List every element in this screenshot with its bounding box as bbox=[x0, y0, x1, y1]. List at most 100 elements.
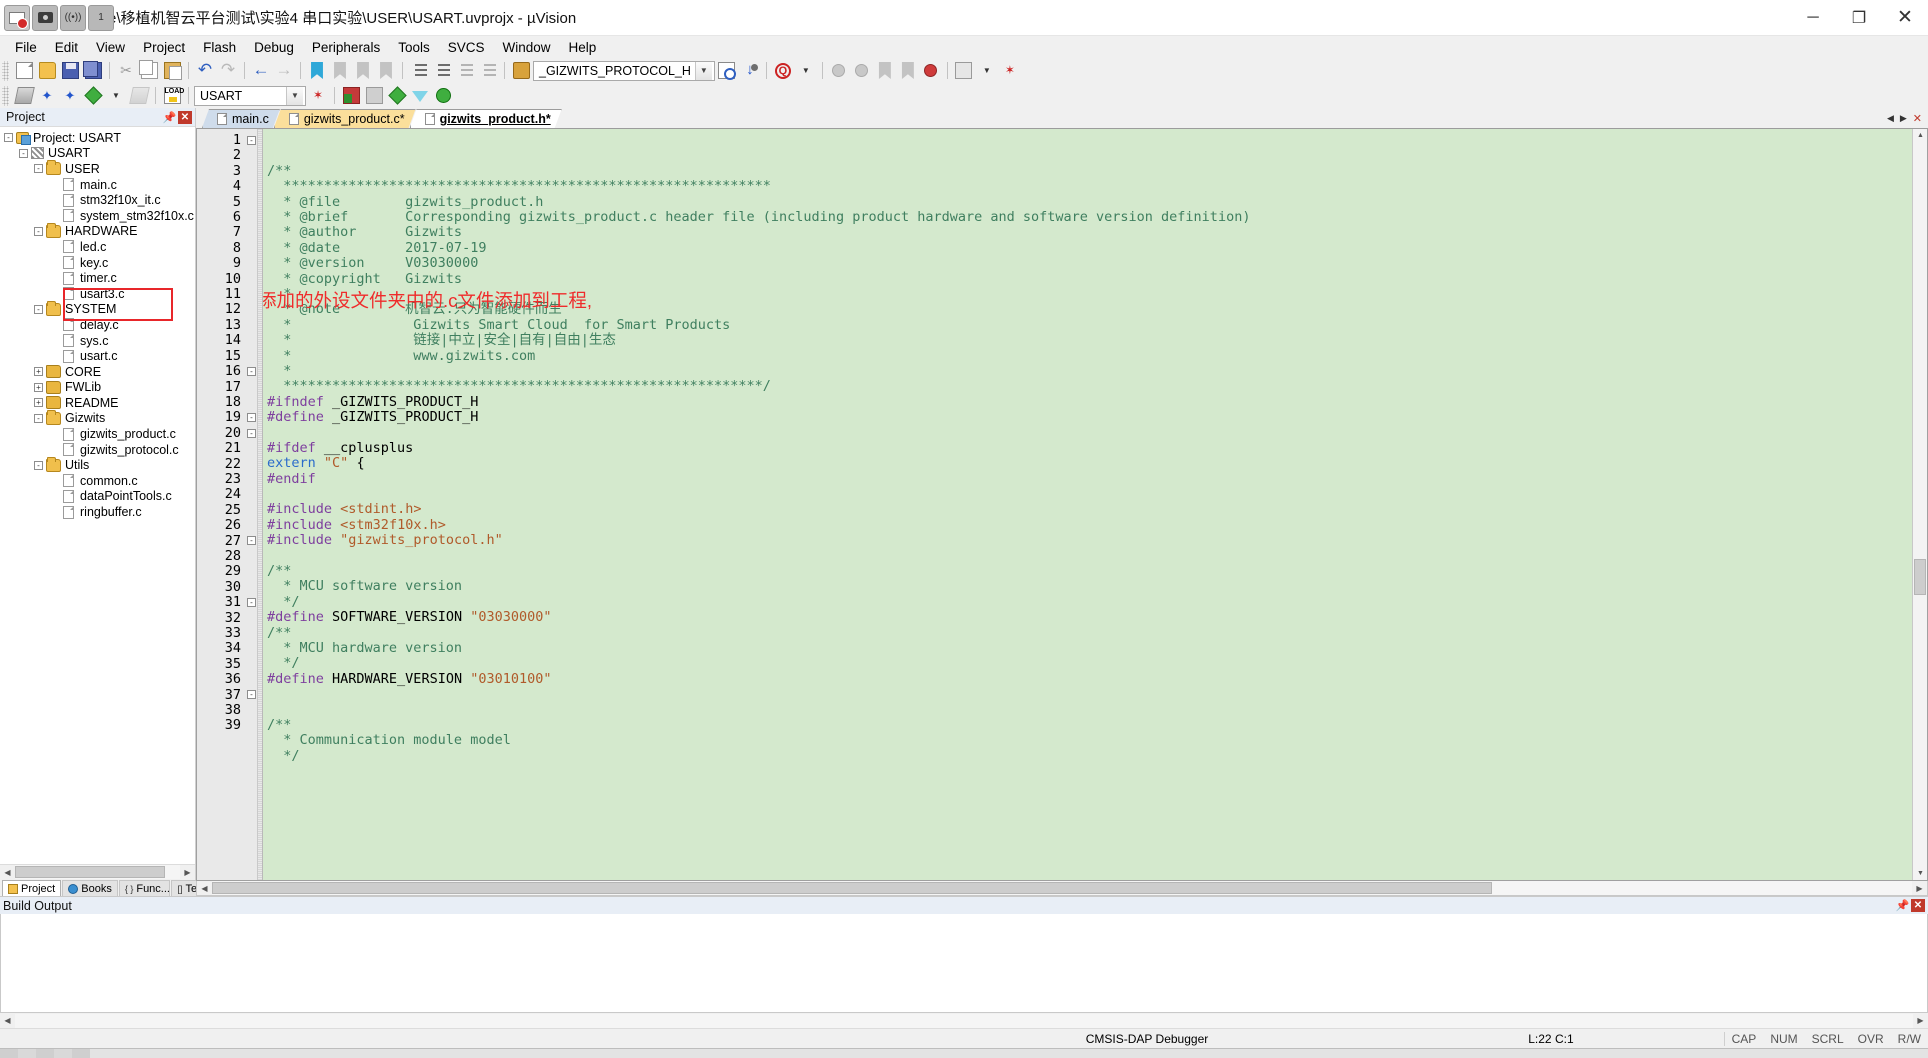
build-output-content[interactable] bbox=[0, 914, 1928, 1013]
close-button[interactable]: ✕ bbox=[1882, 0, 1928, 36]
fold-toggle-icon[interactable]: - bbox=[247, 690, 256, 700]
fold-toggle-icon[interactable]: - bbox=[247, 536, 256, 546]
tree-item[interactable]: usart3.c bbox=[0, 286, 195, 302]
rebuild-button[interactable] bbox=[36, 85, 58, 107]
toolbar-grip[interactable] bbox=[2, 60, 9, 81]
tab-scroll-right-icon[interactable]: ▶ bbox=[1900, 113, 1907, 124]
window-layout-button[interactable] bbox=[953, 60, 975, 82]
multi-project-button[interactable] bbox=[363, 85, 385, 107]
fold-toggle-icon[interactable]: - bbox=[247, 413, 256, 423]
pin-icon[interactable]: 📌 bbox=[163, 111, 177, 124]
batch-build-button[interactable] bbox=[59, 85, 81, 107]
vscroll-thumb[interactable] bbox=[1914, 559, 1926, 595]
close-icon[interactable]: ✕ bbox=[1911, 899, 1925, 912]
hscroll-track[interactable] bbox=[212, 881, 1912, 895]
target-select[interactable]: USART ▼ bbox=[194, 85, 306, 106]
hscroll-track[interactable] bbox=[15, 1013, 1913, 1028]
editor-tab-gizwits_producth[interactable]: gizwits_product.h* bbox=[410, 109, 562, 128]
close-icon[interactable]: ✕ bbox=[178, 110, 192, 124]
indent-increase-button[interactable] bbox=[408, 60, 430, 82]
symbol-search-box[interactable]: _GIZWITS_PROTOCOL_H ▼ bbox=[533, 60, 715, 81]
tree-item[interactable]: gizwits_protocol.c bbox=[0, 442, 195, 458]
tree-item[interactable]: usart.c bbox=[0, 348, 195, 364]
new-file-button[interactable] bbox=[13, 60, 35, 82]
menu-edit[interactable]: Edit bbox=[46, 38, 87, 57]
save-all-button[interactable] bbox=[82, 60, 104, 82]
editor-vscrollbar[interactable]: ▲ ▼ bbox=[1912, 129, 1927, 880]
window-layout-dropdown[interactable]: ▼ bbox=[976, 60, 998, 82]
tree-item[interactable]: gizwits_product.c bbox=[0, 426, 195, 442]
save-button[interactable] bbox=[59, 60, 81, 82]
tree-item[interactable]: - Utils bbox=[0, 456, 195, 473]
chevron-down-icon[interactable]: ▼ bbox=[694, 61, 712, 80]
menu-file[interactable]: File bbox=[6, 38, 46, 57]
tree-item[interactable]: - USART bbox=[0, 146, 195, 162]
project-tree-hscrollbar[interactable]: ◀ ▶ bbox=[0, 864, 195, 879]
project-tree[interactable]: - Project: USART - USART - USER main.c stm32f10… bbox=[0, 127, 195, 864]
indent-decrease-button[interactable] bbox=[431, 60, 453, 82]
configure-button[interactable] bbox=[999, 60, 1021, 82]
uncomment-button[interactable] bbox=[477, 60, 499, 82]
bookmark-toggle-button[interactable] bbox=[306, 60, 328, 82]
tree-item[interactable]: ringbuffer.c bbox=[0, 504, 195, 520]
expand-icon[interactable]: + bbox=[34, 367, 43, 377]
zoom-find-button[interactable]: Q bbox=[772, 60, 794, 82]
menu-view[interactable]: View bbox=[87, 38, 134, 57]
build-button[interactable] bbox=[13, 85, 35, 107]
screen-record-icon[interactable] bbox=[4, 4, 30, 31]
collapse-icon[interactable]: - bbox=[34, 226, 43, 236]
fold-toggle-icon[interactable]: - bbox=[247, 367, 256, 376]
breakpoint-button[interactable] bbox=[851, 60, 873, 82]
bp-disable-button[interactable] bbox=[874, 60, 896, 82]
tree-item[interactable]: common.c bbox=[0, 473, 195, 489]
bp-kill-button[interactable] bbox=[897, 60, 919, 82]
menu-svcs[interactable]: SVCS bbox=[439, 38, 494, 57]
build-dropdown[interactable]: ▼ bbox=[105, 85, 127, 107]
tree-item[interactable]: sys.c bbox=[0, 333, 195, 349]
bp-red-button[interactable] bbox=[920, 60, 942, 82]
tree-item[interactable]: - SYSTEM bbox=[0, 300, 195, 318]
expand-icon[interactable]: + bbox=[34, 398, 43, 408]
bookmark-prev-button[interactable] bbox=[329, 60, 351, 82]
collapse-icon[interactable]: - bbox=[19, 148, 28, 158]
scroll-right-icon[interactable]: ▶ bbox=[180, 865, 195, 879]
code-fold-gutter[interactable]: - - - - - - - bbox=[246, 129, 258, 880]
hscroll-thumb[interactable] bbox=[212, 882, 1492, 894]
fold-toggle-icon[interactable]: - bbox=[247, 598, 256, 607]
bookmark-clear-button[interactable] bbox=[375, 60, 397, 82]
editor-hscrollbar[interactable]: ◀ ▶ bbox=[196, 881, 1928, 896]
tree-item[interactable]: - USER bbox=[0, 160, 195, 177]
scroll-right-icon[interactable]: ▶ bbox=[1912, 881, 1927, 895]
bookmark-next-button[interactable] bbox=[352, 60, 374, 82]
tree-item[interactable]: led.c bbox=[0, 239, 195, 255]
tree-item[interactable]: - Project: USART bbox=[0, 130, 195, 146]
panel-tab-func[interactable]: { } Func... bbox=[118, 880, 171, 896]
code-content[interactable]: /** ************************************… bbox=[263, 129, 1912, 880]
tree-item[interactable]: key.c bbox=[0, 255, 195, 271]
scroll-right-icon[interactable]: ▶ bbox=[1913, 1013, 1928, 1028]
hscroll-track[interactable] bbox=[15, 865, 180, 879]
tree-item[interactable]: - Gizwits bbox=[0, 409, 195, 427]
panel-tab-project[interactable]: Project bbox=[2, 880, 62, 896]
collapse-icon[interactable]: - bbox=[34, 304, 43, 314]
scroll-left-icon[interactable]: ◀ bbox=[0, 865, 15, 879]
pin-icon[interactable]: 📌 bbox=[1896, 899, 1910, 912]
counter-1-icon[interactable]: 1 bbox=[88, 4, 114, 31]
redo-button[interactable] bbox=[217, 60, 239, 82]
translate-button[interactable] bbox=[82, 85, 104, 107]
wifi-icon[interactable]: ((•)) bbox=[60, 4, 86, 31]
minimize-button[interactable]: ─ bbox=[1790, 0, 1836, 36]
menu-flash[interactable]: Flash bbox=[194, 38, 245, 57]
tree-item[interactable]: stm32f10x_it.c bbox=[0, 192, 195, 208]
pack-browser-button[interactable] bbox=[432, 85, 454, 107]
cut-button[interactable] bbox=[115, 60, 137, 82]
fold-toggle-icon[interactable]: - bbox=[247, 428, 256, 438]
find-in-files-button[interactable] bbox=[716, 60, 738, 82]
menu-tools[interactable]: Tools bbox=[389, 38, 439, 57]
fold-toggle-icon[interactable]: - bbox=[247, 136, 256, 145]
zoom-find-dropdown[interactable]: ▼ bbox=[795, 60, 817, 82]
maximize-button[interactable]: ❐ bbox=[1836, 0, 1882, 36]
load-button[interactable]: LOAD bbox=[161, 85, 184, 107]
tree-item[interactable]: + CORE bbox=[0, 364, 195, 380]
camera-icon[interactable] bbox=[32, 4, 58, 31]
